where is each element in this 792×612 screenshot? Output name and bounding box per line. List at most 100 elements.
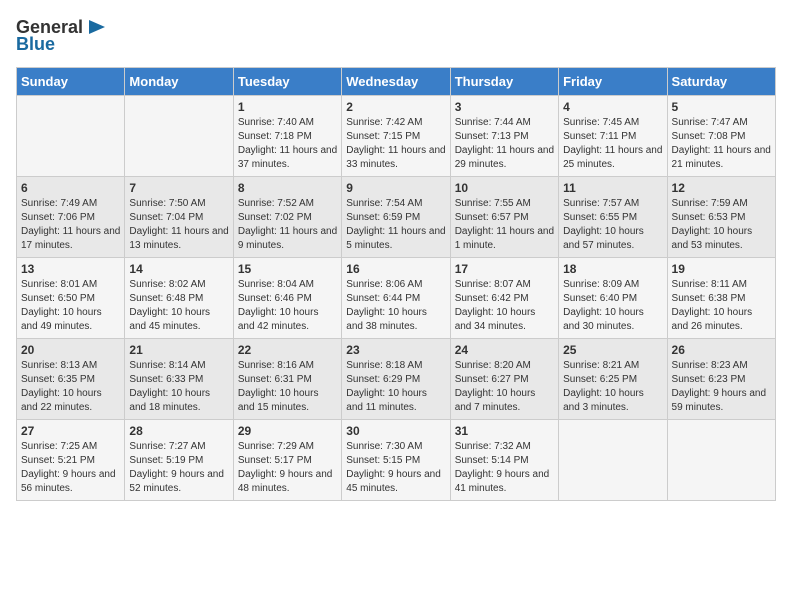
day-header-wednesday: Wednesday — [342, 68, 450, 96]
cell-content: Sunrise: 7:45 AM Sunset: 7:11 PM Dayligh… — [563, 116, 662, 172]
cell-content: Sunrise: 8:11 AM Sunset: 6:38 PM Dayligh… — [672, 278, 771, 334]
day-header-friday: Friday — [559, 68, 667, 96]
cell-content: Sunrise: 7:54 AM Sunset: 6:59 PM Dayligh… — [346, 197, 445, 253]
calendar-cell: 24Sunrise: 8:20 AM Sunset: 6:27 PM Dayli… — [450, 339, 558, 420]
page-header: General Blue — [16, 16, 776, 55]
cell-content: Sunrise: 8:01 AM Sunset: 6:50 PM Dayligh… — [21, 278, 120, 334]
day-number: 26 — [672, 343, 771, 357]
week-row-3: 13 Sunrise: 8:01 AM Sunset: 6:50 PM Dayli… — [17, 258, 776, 339]
day-number: 30 — [346, 424, 445, 438]
calendar-cell: 30 Sunrise: 7:30 AM Sunset: 5:15 PM Dayli… — [342, 420, 450, 501]
calendar-cell: 7 Sunrise: 7:50 AM Sunset: 7:04 PM Daylig… — [125, 177, 233, 258]
days-header-row: SundayMondayTuesdayWednesdayThursdayFrid… — [17, 68, 776, 96]
calendar-table: SundayMondayTuesdayWednesdayThursdayFrid… — [16, 67, 776, 501]
day-number: 4 — [563, 100, 662, 114]
day-number: 17 — [455, 262, 554, 276]
day-header-sunday: Sunday — [17, 68, 125, 96]
calendar-cell: 8 Sunrise: 7:52 AM Sunset: 7:02 PM Daylig… — [233, 177, 341, 258]
day-number: 1 — [238, 100, 337, 114]
day-number: 29 — [238, 424, 337, 438]
cell-content: Sunrise: 8:13 AM Sunset: 6:35 PM Dayligh… — [21, 359, 120, 415]
day-header-saturday: Saturday — [667, 68, 775, 96]
cell-content: Sunrise: 8:21 AM Sunset: 6:25 PM Dayligh… — [563, 359, 662, 415]
day-number: 28 — [129, 424, 228, 438]
day-number: 31 — [455, 424, 554, 438]
day-number: 27 — [21, 424, 120, 438]
calendar-cell: 12Sunrise: 7:59 AM Sunset: 6:53 PM Dayli… — [667, 177, 775, 258]
day-header-thursday: Thursday — [450, 68, 558, 96]
calendar-cell: 4 Sunrise: 7:45 AM Sunset: 7:11 PM Daylig… — [559, 96, 667, 177]
day-number: 18 — [563, 262, 662, 276]
cell-content: Sunrise: 8:23 AM Sunset: 6:23 PM Dayligh… — [672, 359, 771, 415]
day-number: 20 — [21, 343, 120, 357]
calendar-cell: 23 Sunrise: 8:18 AM Sunset: 6:29 PM Dayli… — [342, 339, 450, 420]
day-number: 13 — [21, 262, 120, 276]
day-number: 2 — [346, 100, 445, 114]
cell-content: Sunrise: 8:04 AM Sunset: 6:46 PM Dayligh… — [238, 278, 337, 334]
day-number: 24 — [455, 343, 554, 357]
calendar-cell: 18Sunrise: 8:09 AM Sunset: 6:40 PM Dayli… — [559, 258, 667, 339]
calendar-cell: 3Sunrise: 7:44 AM Sunset: 7:13 PM Daylig… — [450, 96, 558, 177]
cell-content: Sunrise: 7:47 AM Sunset: 7:08 PM Dayligh… — [672, 116, 771, 172]
day-number: 11 — [563, 181, 662, 195]
calendar-cell: 9 Sunrise: 7:54 AM Sunset: 6:59 PM Daylig… — [342, 177, 450, 258]
day-number: 22 — [238, 343, 337, 357]
calendar-cell: 10Sunrise: 7:55 AM Sunset: 6:57 PM Dayli… — [450, 177, 558, 258]
day-number: 8 — [238, 181, 337, 195]
calendar-cell: 17 Sunrise: 8:07 AM Sunset: 6:42 PM Dayli… — [450, 258, 558, 339]
calendar-body: 1 Sunrise: 7:40 AM Sunset: 7:18 PM Daylig… — [17, 96, 776, 501]
calendar-cell: 2 Sunrise: 7:42 AM Sunset: 7:15 PM Daylig… — [342, 96, 450, 177]
day-number: 5 — [672, 100, 771, 114]
day-number: 7 — [129, 181, 228, 195]
logo-wordmark: General Blue — [16, 16, 107, 55]
cell-content: Sunrise: 7:32 AM Sunset: 5:14 PM Dayligh… — [455, 440, 554, 496]
day-number: 23 — [346, 343, 445, 357]
day-header-tuesday: Tuesday — [233, 68, 341, 96]
cell-content: Sunrise: 8:18 AM Sunset: 6:29 PM Dayligh… — [346, 359, 445, 415]
cell-content: Sunrise: 8:06 AM Sunset: 6:44 PM Dayligh… — [346, 278, 445, 334]
logo: General Blue — [16, 16, 107, 55]
day-number: 21 — [129, 343, 228, 357]
cell-content: Sunrise: 7:29 AM Sunset: 5:17 PM Dayligh… — [238, 440, 337, 496]
calendar-cell: 11Sunrise: 7:57 AM Sunset: 6:55 PM Dayli… — [559, 177, 667, 258]
day-number: 9 — [346, 181, 445, 195]
cell-content: Sunrise: 7:59 AM Sunset: 6:53 PM Dayligh… — [672, 197, 771, 253]
calendar-cell — [667, 420, 775, 501]
week-row-2: 6Sunrise: 7:49 AM Sunset: 7:06 PM Daylig… — [17, 177, 776, 258]
calendar-cell: 27 Sunrise: 7:25 AM Sunset: 5:21 PM Dayli… — [17, 420, 125, 501]
week-row-5: 27 Sunrise: 7:25 AM Sunset: 5:21 PM Dayli… — [17, 420, 776, 501]
calendar-cell — [125, 96, 233, 177]
week-row-4: 20 Sunrise: 8:13 AM Sunset: 6:35 PM Dayli… — [17, 339, 776, 420]
cell-content: Sunrise: 8:02 AM Sunset: 6:48 PM Dayligh… — [129, 278, 228, 334]
calendar-cell: 22Sunrise: 8:16 AM Sunset: 6:31 PM Dayli… — [233, 339, 341, 420]
day-number: 15 — [238, 262, 337, 276]
calendar-cell — [17, 96, 125, 177]
calendar-cell — [559, 420, 667, 501]
calendar-cell: 1 Sunrise: 7:40 AM Sunset: 7:18 PM Daylig… — [233, 96, 341, 177]
calendar-cell: 20 Sunrise: 8:13 AM Sunset: 6:35 PM Dayli… — [17, 339, 125, 420]
cell-content: Sunrise: 7:40 AM Sunset: 7:18 PM Dayligh… — [238, 116, 337, 172]
cell-content: Sunrise: 7:30 AM Sunset: 5:15 PM Dayligh… — [346, 440, 445, 496]
calendar-cell: 14 Sunrise: 8:02 AM Sunset: 6:48 PM Dayli… — [125, 258, 233, 339]
day-number: 14 — [129, 262, 228, 276]
cell-content: Sunrise: 7:44 AM Sunset: 7:13 PM Dayligh… — [455, 116, 554, 172]
calendar-cell: 28Sunrise: 7:27 AM Sunset: 5:19 PM Dayli… — [125, 420, 233, 501]
logo-blue: Blue — [16, 34, 55, 55]
cell-content: Sunrise: 7:49 AM Sunset: 7:06 PM Dayligh… — [21, 197, 120, 253]
calendar-cell: 15 Sunrise: 8:04 AM Sunset: 6:46 PM Dayli… — [233, 258, 341, 339]
week-row-1: 1 Sunrise: 7:40 AM Sunset: 7:18 PM Daylig… — [17, 96, 776, 177]
cell-content: Sunrise: 7:25 AM Sunset: 5:21 PM Dayligh… — [21, 440, 120, 496]
calendar-cell: 29 Sunrise: 7:29 AM Sunset: 5:17 PM Dayli… — [233, 420, 341, 501]
cell-content: Sunrise: 7:52 AM Sunset: 7:02 PM Dayligh… — [238, 197, 337, 253]
calendar-cell: 21 Sunrise: 8:14 AM Sunset: 6:33 PM Dayli… — [125, 339, 233, 420]
calendar-cell: 6Sunrise: 7:49 AM Sunset: 7:06 PM Daylig… — [17, 177, 125, 258]
day-number: 25 — [563, 343, 662, 357]
logo-triangle-icon — [85, 16, 107, 38]
cell-content: Sunrise: 7:42 AM Sunset: 7:15 PM Dayligh… — [346, 116, 445, 172]
calendar-cell: 5 Sunrise: 7:47 AM Sunset: 7:08 PM Daylig… — [667, 96, 775, 177]
day-number: 16 — [346, 262, 445, 276]
cell-content: Sunrise: 7:50 AM Sunset: 7:04 PM Dayligh… — [129, 197, 228, 253]
cell-content: Sunrise: 8:07 AM Sunset: 6:42 PM Dayligh… — [455, 278, 554, 334]
calendar-cell: 13 Sunrise: 8:01 AM Sunset: 6:50 PM Dayli… — [17, 258, 125, 339]
cell-content: Sunrise: 8:14 AM Sunset: 6:33 PM Dayligh… — [129, 359, 228, 415]
